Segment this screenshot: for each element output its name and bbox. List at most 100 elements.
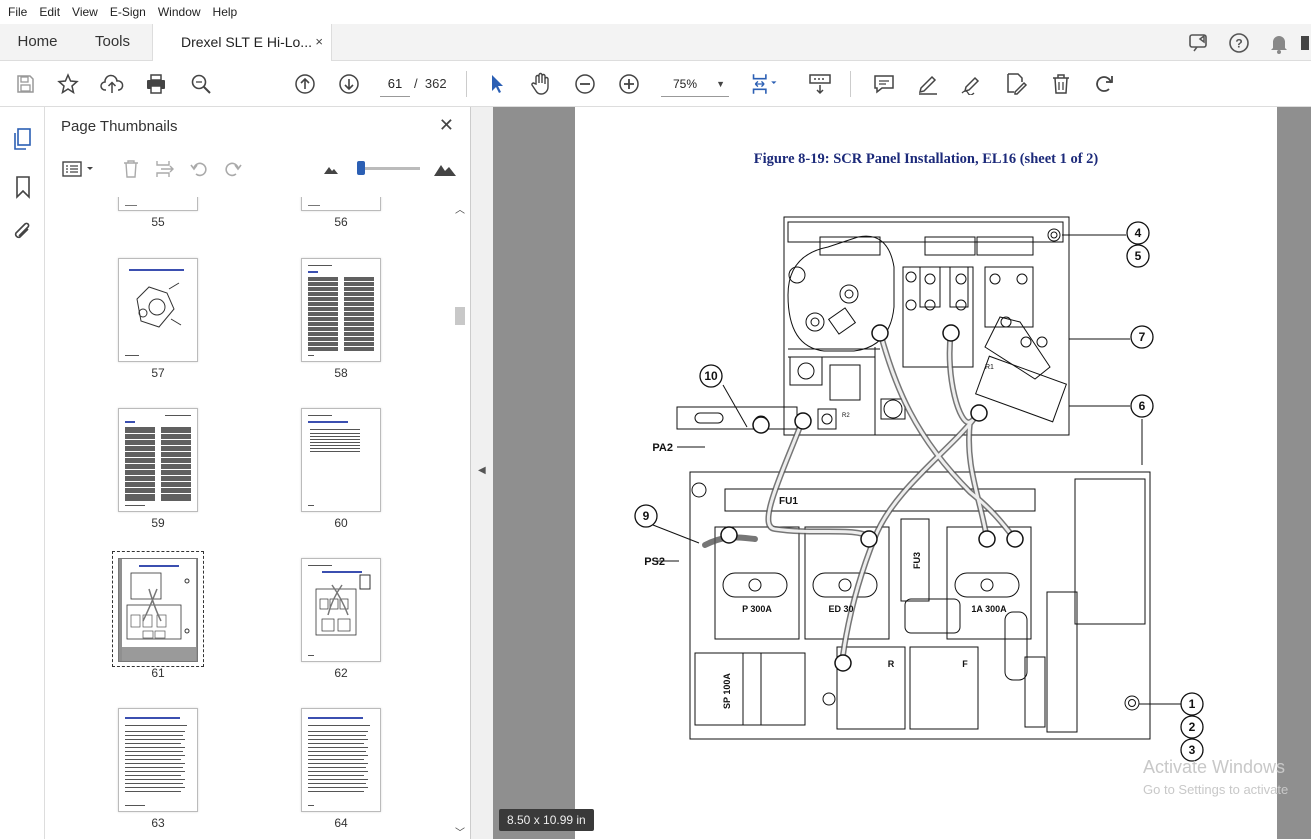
menu-bar: File Edit View E-Sign Window Help xyxy=(0,0,1311,24)
thumbnail-label: 62 xyxy=(334,666,348,680)
thumbnail-size-slider-knob[interactable] xyxy=(357,161,365,175)
previous-page-icon[interactable] xyxy=(290,69,320,99)
select-cursor-icon[interactable] xyxy=(482,69,512,99)
pa2-label: PA2 xyxy=(652,442,673,454)
zoom-out-icon[interactable] xyxy=(570,69,600,99)
thumbnail-label: 64 xyxy=(334,816,348,830)
page-thumbnail-56[interactable] xyxy=(301,197,381,211)
thumbnail-options-icon[interactable] xyxy=(59,156,99,182)
zoom-level-select[interactable]: 75% ▼ xyxy=(661,71,729,97)
menu-help[interactable]: Help xyxy=(207,0,244,24)
attachments-paperclip-icon[interactable] xyxy=(8,217,38,247)
highlight-pen-icon[interactable] xyxy=(913,69,943,99)
left-nav-rail xyxy=(0,107,45,839)
bookmarks-icon[interactable] xyxy=(8,172,38,202)
rotate-redo-icon[interactable] xyxy=(1090,69,1120,99)
page-number-input[interactable]: 61 xyxy=(380,71,410,97)
save-icon[interactable] xyxy=(10,69,40,99)
tab-home[interactable]: Home xyxy=(0,24,75,61)
thumbnail-scrollbar[interactable]: ︿ ﹀ xyxy=(452,201,468,839)
scroll-down-icon[interactable]: ﹀ xyxy=(455,824,465,839)
thumbnail-label: 57 xyxy=(151,366,165,380)
tab-close-icon[interactable]: × xyxy=(315,24,323,60)
menu-window[interactable]: Window xyxy=(152,0,207,24)
notification-bell-icon[interactable] xyxy=(1259,24,1299,61)
page-thumbnail-57[interactable] xyxy=(118,258,198,362)
page-thumbnail-59[interactable] xyxy=(118,408,198,512)
thumbnail-label: 56 xyxy=(334,215,348,229)
account-edge-icon[interactable] xyxy=(1299,24,1311,61)
extract-pages-icon[interactable] xyxy=(152,156,178,182)
menu-view[interactable]: View xyxy=(66,0,104,24)
rotate-right-icon[interactable] xyxy=(220,156,246,182)
thumbnail-label: 60 xyxy=(334,516,348,530)
page-thumbnail-61[interactable] xyxy=(118,558,198,662)
toolbar-divider xyxy=(466,71,467,97)
tab-tools[interactable]: Tools xyxy=(75,24,150,61)
thumbnail-label: 61 xyxy=(151,666,165,680)
fit-page-icon[interactable] xyxy=(750,69,780,99)
tab-document[interactable]: Drexel SLT E Hi-Lo... × xyxy=(152,24,332,62)
bookmark-star-icon[interactable] xyxy=(53,69,83,99)
callout-9: 9 xyxy=(643,509,650,523)
scrollbar-thumb[interactable] xyxy=(455,307,465,325)
hand-tool-icon[interactable] xyxy=(526,69,556,99)
fu3-label: FU3 xyxy=(912,552,922,569)
share-screen-icon[interactable] xyxy=(1179,24,1219,61)
zoom-in-icon[interactable] xyxy=(614,69,644,99)
activate-windows-subtext: Go to Settings to activate xyxy=(1143,782,1289,797)
search-zoom-icon[interactable] xyxy=(186,69,216,99)
page-thumbnail-62[interactable] xyxy=(301,558,381,662)
main-toolbar: 61 / 362 75% ▼ xyxy=(0,61,1311,107)
thumbnail-list: 55 56 57 58 59 60 61 62 63 64 xyxy=(45,197,455,839)
large-thumbnail-mountain-icon[interactable] xyxy=(432,156,458,182)
menu-esign[interactable]: E-Sign xyxy=(104,0,152,24)
help-icon[interactable]: ? xyxy=(1219,24,1259,61)
close-icon[interactable]: ✕ xyxy=(439,115,454,136)
scroll-up-icon[interactable]: ︿ xyxy=(455,201,465,216)
callout-5: 5 xyxy=(1135,249,1142,263)
next-page-icon[interactable] xyxy=(334,69,364,99)
thumbnail-label: 63 xyxy=(151,816,165,830)
callout-4: 4 xyxy=(1135,226,1142,240)
f-label: F xyxy=(962,659,968,669)
callout-2: 2 xyxy=(1189,720,1196,734)
upload-cloud-icon[interactable] xyxy=(97,69,127,99)
scr-panel-diagram: R 1 R2 4 5 7 6 10 9 1 2 3 PA2 PS2 FU1 FU3… xyxy=(634,216,1204,762)
svg-text:?: ? xyxy=(1235,36,1242,50)
page-thumbnail-63[interactable] xyxy=(118,708,198,812)
toolbar-divider xyxy=(850,71,851,97)
panel-title: Page Thumbnails xyxy=(61,118,178,135)
p300-label: P 300A xyxy=(742,604,772,614)
page-total: / 362 xyxy=(414,71,447,97)
page-thumbnail-64[interactable] xyxy=(301,708,381,812)
comment-icon[interactable] xyxy=(869,69,899,99)
menu-edit[interactable]: Edit xyxy=(33,0,66,24)
activate-windows-watermark: Activate Windows xyxy=(1143,757,1286,777)
r2-label: R2 xyxy=(842,413,850,419)
zoom-level-value: 75% xyxy=(673,77,698,91)
pdf-page: Figure 8-19: SCR Panel Installation, EL1… xyxy=(575,107,1277,839)
callout-1: 1 xyxy=(1189,697,1196,711)
r-label: R xyxy=(888,659,895,669)
small-thumbnail-mountain-icon[interactable] xyxy=(318,156,344,182)
scroll-mode-icon[interactable] xyxy=(805,69,835,99)
delete-pages-icon[interactable] xyxy=(118,156,144,182)
page-thumbnail-55[interactable] xyxy=(118,197,198,211)
panel-collapse-handle[interactable]: ◀ xyxy=(471,107,493,839)
thumbnail-size-slider[interactable] xyxy=(360,167,420,170)
page-thumbnail-60[interactable] xyxy=(301,408,381,512)
edit-document-icon[interactable] xyxy=(1001,69,1031,99)
delete-trash-icon[interactable] xyxy=(1046,69,1076,99)
collapse-arrow-icon: ◀ xyxy=(478,465,486,476)
draw-signature-icon[interactable] xyxy=(957,69,987,99)
page-thumbnails-icon[interactable] xyxy=(8,124,38,154)
page-thumbnail-58[interactable] xyxy=(301,258,381,362)
callout-6: 6 xyxy=(1139,399,1146,413)
callout-7: 7 xyxy=(1139,330,1146,344)
a300-label: 1A 300A xyxy=(971,604,1007,614)
menu-file[interactable]: File xyxy=(2,0,33,24)
print-icon[interactable] xyxy=(141,69,171,99)
document-view[interactable]: Figure 8-19: SCR Panel Installation, EL1… xyxy=(493,107,1311,839)
rotate-left-icon[interactable] xyxy=(186,156,212,182)
